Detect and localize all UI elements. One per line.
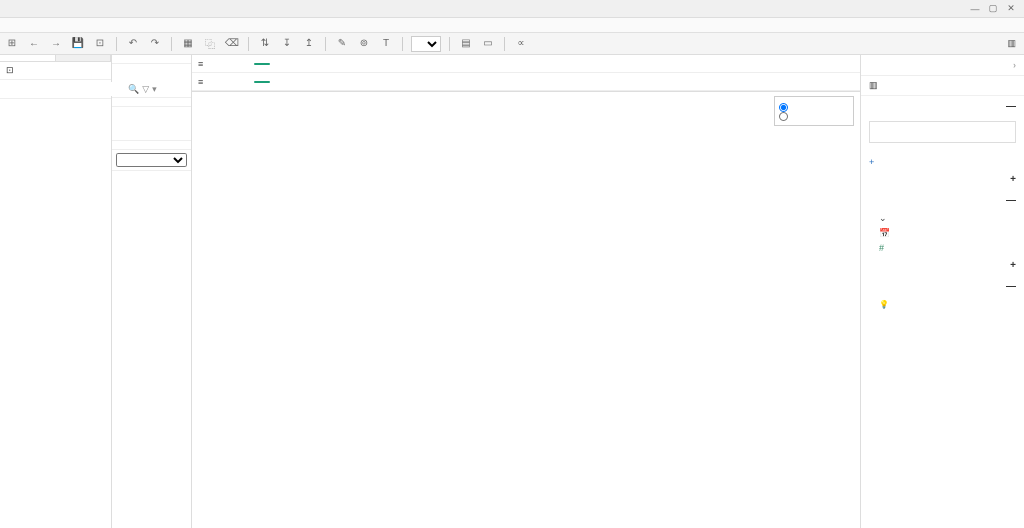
shelf-cards (112, 55, 192, 528)
save-button[interactable]: 💾 (70, 36, 86, 52)
toolbar: ⊞ ← → 💾 ⊡ ↶ ↷ ▦ ⿻ ⌫ ⇅ ↧ ↥ ✎ ⊚ T ▤ ▭ ∝ ▥ (0, 33, 1024, 55)
applied-filters-header[interactable]: + (861, 169, 1024, 190)
param-option-discount[interactable] (779, 103, 849, 112)
separator (504, 37, 505, 51)
viz-description-input[interactable] (869, 121, 1016, 143)
rows-icon: ≡ (198, 77, 203, 87)
swap-button[interactable]: ⇅ (257, 36, 273, 52)
clear-button[interactable]: ⌫ (224, 36, 240, 52)
group-button[interactable]: ⊚ (356, 36, 372, 52)
separator (325, 37, 326, 51)
pages-shelf[interactable] (112, 64, 191, 98)
show-cards-button[interactable]: ▤ (458, 36, 474, 52)
marks-label (112, 141, 191, 150)
duplicate-button[interactable]: ⿻ (202, 36, 218, 52)
filters-shelf[interactable] (112, 107, 191, 141)
guide-field-date[interactable]: 📅 (861, 226, 1024, 241)
data-summary-header[interactable]: + (861, 255, 1024, 276)
new-worksheet-button[interactable]: ▦ (180, 36, 196, 52)
show-more-button[interactable] (861, 312, 1024, 324)
maximize-button[interactable]: ▢ (984, 2, 1002, 16)
data-guide-pane: › ▥ — + + — ⌄ 📅 # + — 💡 (860, 55, 1024, 528)
mark-type-select[interactable] (116, 153, 187, 167)
separator (449, 37, 450, 51)
viz-canvas: ≡ ≡ (192, 55, 860, 528)
line-chart[interactable] (220, 104, 770, 520)
close-button[interactable]: ✕ (1002, 2, 1020, 16)
guide-field-measure[interactable]: # (861, 241, 1024, 255)
tab-data[interactable] (0, 55, 56, 61)
tab-analytics[interactable] (56, 55, 112, 61)
data-pane: ⊡ 🔍 ▽ ▾ (0, 55, 112, 528)
data-guide-header: › (861, 55, 1024, 76)
rows-shelf-label: ≡ (192, 77, 250, 87)
redo-button[interactable]: ↷ (147, 36, 163, 52)
columns-shelf-label: ≡ (192, 59, 250, 69)
outliers-header[interactable]: — (861, 276, 1024, 297)
fit-select[interactable] (411, 36, 441, 52)
columns-icon: ≡ (198, 59, 203, 69)
data-in-viz-header[interactable]: — (861, 190, 1024, 211)
forward-button[interactable]: → (48, 36, 64, 52)
menu-bar (0, 18, 1024, 33)
add-link-button[interactable]: + (861, 155, 1024, 169)
columns-pill[interactable] (254, 63, 270, 65)
search-row: 🔍 ▽ ▾ (0, 80, 111, 99)
search-input[interactable] (4, 82, 125, 96)
guide-datasource[interactable]: ⌄ (861, 211, 1024, 226)
sort-desc-button[interactable]: ↥ (301, 36, 317, 52)
parameter-control (774, 96, 854, 126)
rows-pill[interactable] (254, 81, 270, 83)
separator (402, 37, 403, 51)
separator (248, 37, 249, 51)
x-axis-label (192, 520, 770, 528)
title-bar: — ▢ ✕ (0, 0, 1024, 18)
text-button[interactable]: T (378, 36, 394, 52)
separator (171, 37, 172, 51)
datasource-icon: ⊡ (6, 65, 14, 76)
undo-button[interactable]: ↶ (125, 36, 141, 52)
tableau-logo-icon[interactable]: ⊞ (4, 36, 20, 52)
datasource-row[interactable]: ⊡ (0, 62, 111, 80)
selected-sheet: ▥ (861, 76, 1024, 96)
show-me-icon: ▥ (1007, 38, 1016, 49)
pages-shelf-label (112, 55, 191, 64)
additional-resources-label (861, 147, 1024, 155)
sort-asc-button[interactable]: ↧ (279, 36, 295, 52)
show-me-button[interactable]: ▥ (1007, 38, 1020, 49)
new-datasource-button[interactable]: ⊡ (92, 36, 108, 52)
viz-details-header[interactable]: — (861, 96, 1024, 117)
viz-title[interactable] (192, 92, 770, 104)
param-option-profit[interactable] (779, 112, 849, 121)
filters-shelf-label (112, 98, 191, 107)
highlight-button[interactable]: ✎ (334, 36, 350, 52)
share-button[interactable]: ∝ (513, 36, 529, 52)
minimize-button[interactable]: — (966, 2, 984, 16)
presentation-button[interactable]: ▭ (480, 36, 496, 52)
outliers-note: 💡 (861, 297, 1024, 312)
back-button[interactable]: ← (26, 36, 42, 52)
separator (116, 37, 117, 51)
